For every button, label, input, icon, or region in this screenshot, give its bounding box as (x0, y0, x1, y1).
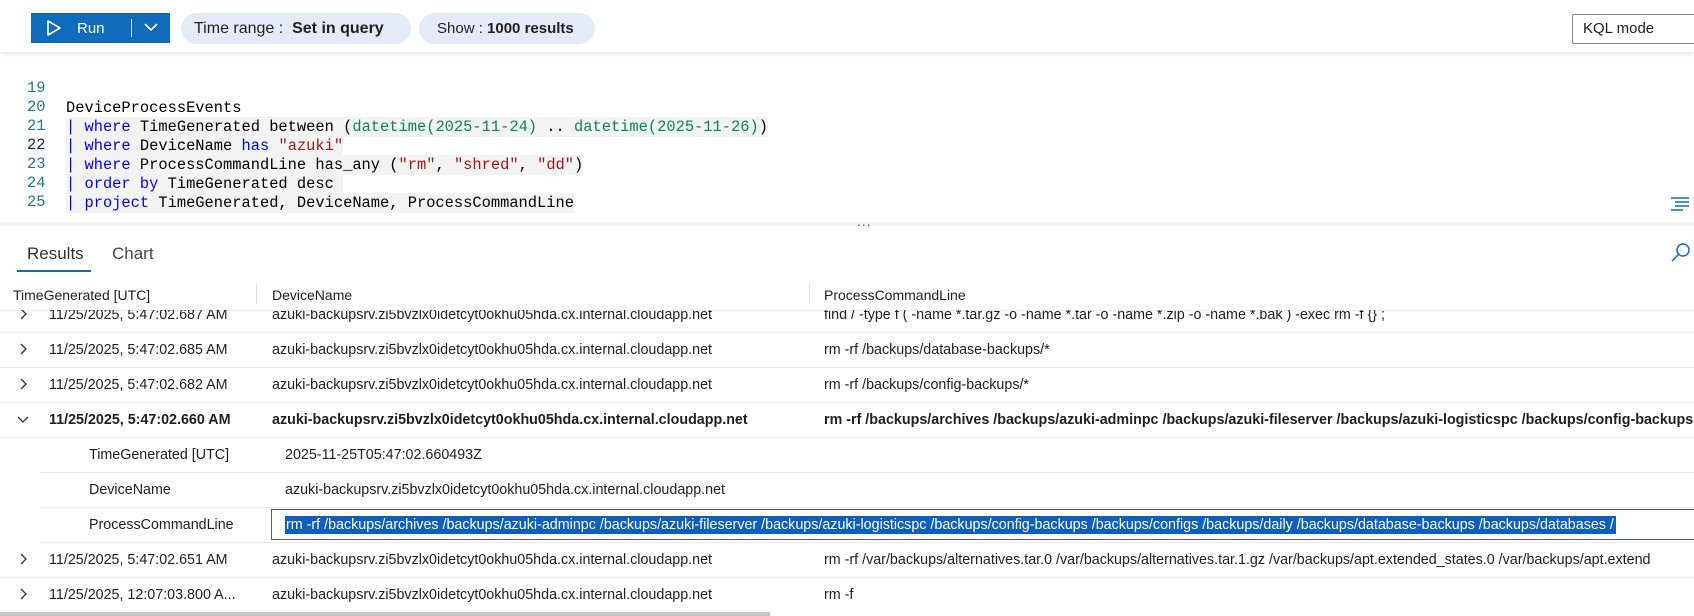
detail-key: DeviceName (89, 482, 171, 498)
column-header-time[interactable]: TimeGenerated [UTC] (13, 287, 150, 303)
editor-line: 25 (0, 172, 45, 211)
detail-row-device: DeviceName azuki-backupsrv.zi5bvzlx0idet… (40, 472, 1694, 508)
chevron-right-icon[interactable] (16, 587, 30, 601)
editor-line: 20 | where TimeGenerated between (dateti… (0, 77, 768, 137)
results-grid: 11/25/2025, 5:47:02.687 AM azuki-backups… (0, 310, 1694, 612)
column-header-command[interactable]: ProcessCommandLine (824, 287, 966, 303)
table-row-expanded[interactable]: 11/25/2025, 5:47:02.660 AM azuki-backups… (0, 402, 1694, 438)
tab-results[interactable]: Results (27, 244, 84, 264)
show-value: 1000 results (487, 20, 574, 37)
table-header: TimeGenerated [UTC] DeviceName ProcessCo… (0, 278, 1694, 311)
column-header-device[interactable]: DeviceName (272, 287, 352, 303)
play-icon (47, 20, 61, 36)
query-mode-label: KQL mode (1583, 20, 1655, 37)
table-row[interactable]: 11/25/2025, 5:47:02.687 AM azuki-backups… (0, 310, 1694, 333)
run-button-divider (131, 19, 132, 37)
chevron-down-icon[interactable] (16, 412, 30, 426)
cell-device: azuki-backupsrv.zi5bvzlx0idetcyt0okhu05h… (272, 587, 713, 603)
detail-value[interactable]: azuki-backupsrv.zi5bvzlx0idetcyt0okhu05h… (285, 482, 725, 498)
code-text: | where TimeGenerated between (datetime(… (66, 117, 768, 137)
cell-device: azuki-backupsrv.zi5bvzlx0idetcyt0okhu05h… (272, 412, 748, 428)
time-range-value: Set in query (292, 19, 384, 37)
chevron-down-icon[interactable] (143, 19, 159, 35)
chevron-right-icon[interactable] (16, 377, 30, 391)
pane-splitter[interactable] (0, 222, 1694, 226)
time-range-prefix: Time range : (194, 19, 284, 37)
chevron-right-icon[interactable] (16, 552, 30, 566)
editor-line: 22 | where ProcessCommandLine has_any ("… (0, 115, 584, 175)
cell-time: 11/25/2025, 5:47:02.651 AM (49, 552, 228, 568)
cell-command: rm -f (824, 587, 854, 603)
table-row[interactable]: 11/25/2025, 5:47:02.682 AM azuki-backups… (0, 367, 1694, 403)
results-tabs: Results Chart (0, 236, 1694, 272)
cell-command: rm -rf /var/backups/alternatives.tar.0 /… (824, 552, 1651, 568)
run-button-label: Run (77, 19, 105, 37)
cell-device: azuki-backupsrv.zi5bvzlx0idetcyt0okhu05h… (272, 342, 713, 358)
cell-time: 11/25/2025, 5:47:02.682 AM (49, 377, 228, 393)
code-text: | order by TimeGenerated desc (66, 174, 344, 194)
detail-row-command: ProcessCommandLine rm -rf /backups/archi… (40, 507, 1694, 543)
format-query-icon[interactable] (1669, 196, 1691, 212)
editor-line: 23 | order by TimeGenerated desc (0, 134, 344, 194)
editor-line: 24 | project TimeGenerated, DeviceName, … (0, 153, 574, 213)
cell-device: azuki-backupsrv.zi5bvzlx0idetcyt0okhu05h… (272, 310, 713, 323)
column-divider[interactable] (256, 284, 257, 304)
chevron-right-icon[interactable] (16, 310, 30, 321)
table-row[interactable]: 11/25/2025, 5:47:02.651 AM azuki-backups… (0, 542, 1694, 578)
column-divider[interactable] (809, 284, 810, 304)
cell-time: 11/25/2025, 5:47:02.660 AM (49, 412, 231, 428)
table-row[interactable]: 11/25/2025, 5:47:02.685 AM azuki-backups… (0, 332, 1694, 368)
cell-command: find / -type f ( -name *.tar.gz -o -name… (824, 310, 1385, 323)
detail-key: ProcessCommandLine (89, 517, 234, 533)
detail-value[interactable]: 2025-11-25T05:47:02.660493Z (285, 447, 482, 463)
time-range-picker[interactable]: Time range : Set in query (181, 13, 411, 44)
cell-time: 11/25/2025, 5:47:02.687 AM (49, 310, 228, 323)
code-text: | project TimeGenerated, DeviceName, Pro… (66, 193, 574, 213)
detail-key: TimeGenerated [UTC] (89, 447, 230, 463)
editor-line: 21 | where DeviceName has "azuki" (0, 96, 344, 156)
cell-device: azuki-backupsrv.zi5bvzlx0idetcyt0okhu05h… (272, 377, 713, 393)
detail-value-selected[interactable]: rm -rf /backups/archives /backups/azuki-… (285, 516, 1616, 534)
run-button[interactable]: Run (31, 13, 170, 43)
code-text: | where ProcessCommandLine has_any ("rm"… (66, 155, 584, 175)
cell-command: rm -rf /backups/archives /backups/azuki-… (824, 412, 1694, 428)
splitter-handle[interactable]: ... (857, 213, 872, 229)
query-editor[interactable]: 19 DeviceProcessEvents 20 | where TimeGe… (0, 58, 1694, 222)
table-row[interactable]: 11/25/2025, 12:07:03.800 A... azuki-back… (0, 577, 1694, 612)
code-text: DeviceProcessEvents (66, 99, 242, 117)
line-number: 25 (27, 193, 46, 211)
cell-time: 11/25/2025, 12:07:03.800 A... (49, 587, 236, 603)
show-prefix: Show : (437, 20, 483, 37)
cell-device: azuki-backupsrv.zi5bvzlx0idetcyt0okhu05h… (272, 552, 713, 568)
query-toolbar: Run Time range : Set in query Show : 100… (0, 0, 1694, 52)
editor-line: 19 DeviceProcessEvents (0, 58, 241, 117)
cell-command: rm -rf /backups/config-backups/* (824, 377, 1030, 393)
detail-row-time: TimeGenerated [UTC] 2025-11-25T05:47:02.… (40, 437, 1694, 473)
search-icon[interactable] (1670, 241, 1692, 263)
query-mode-dropdown[interactable]: KQL mode (1572, 14, 1694, 44)
horizontal-scrollbar[interactable] (0, 612, 770, 616)
cell-command: rm -rf /backups/database-backups/* (824, 342, 1050, 358)
result-limit-picker[interactable]: Show : 1000 results (419, 13, 595, 44)
active-tab-indicator (17, 270, 91, 272)
chevron-right-icon[interactable] (16, 342, 30, 356)
code-text: | where DeviceName has "azuki" (66, 136, 344, 156)
cell-time: 11/25/2025, 5:47:02.685 AM (49, 342, 228, 358)
tab-chart[interactable]: Chart (112, 244, 154, 264)
